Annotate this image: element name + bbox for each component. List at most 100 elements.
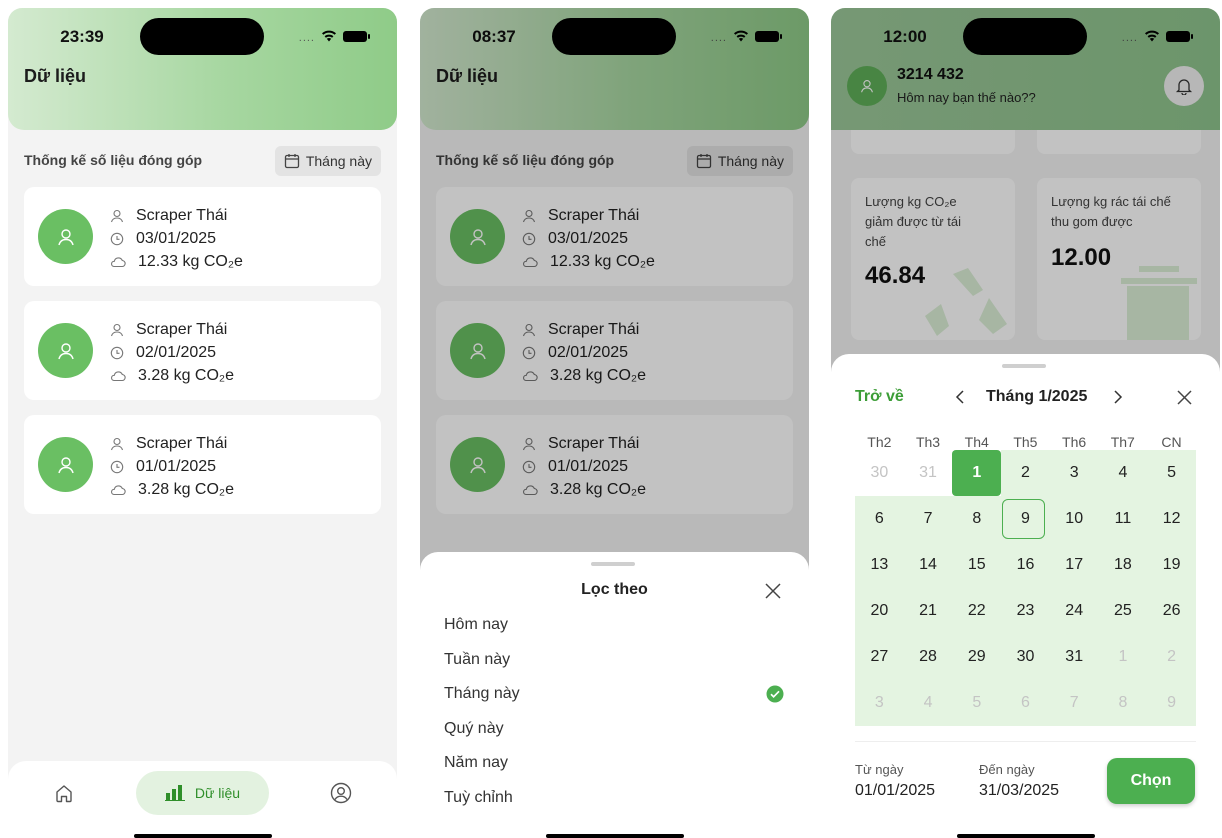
calendar-day[interactable]: 3: [1049, 450, 1099, 496]
to-label: Đến ngày: [979, 762, 1035, 777]
sheet-handle[interactable]: [591, 562, 635, 566]
calendar-day[interactable]: 10: [1049, 496, 1099, 542]
user-icon: [57, 342, 74, 359]
calendar-day[interactable]: 31: [904, 450, 953, 496]
calendar-day[interactable]: 2: [1001, 450, 1050, 496]
close-icon[interactable]: [764, 582, 782, 600]
back-button[interactable]: Trở về: [855, 388, 904, 406]
record-date: 02/01/2025: [136, 343, 217, 361]
bar-chart-icon: [164, 785, 185, 801]
filter-sheet: Lọc theo Hôm nay Tuần này Tháng này Quý …: [420, 552, 809, 838]
calendar-day[interactable]: 4: [903, 680, 953, 726]
record-card[interactable]: Scraper Thái 03/01/2025 12.33 kg CO₂e: [24, 187, 381, 286]
option-this-year[interactable]: Năm nay: [444, 754, 508, 772]
screen-data-list: 23:39 .... Dữ liệu Thống kế số liệu đóng…: [8, 8, 397, 838]
status-time: 23:39: [60, 27, 104, 46]
calendar-day[interactable]: 8: [952, 496, 1002, 542]
calendar-day[interactable]: 6: [1001, 680, 1050, 726]
avatar: [38, 437, 93, 492]
record-date: 03/01/2025: [136, 229, 217, 247]
calendar-day[interactable]: 2: [1147, 634, 1196, 680]
calendar-day[interactable]: 9: [1001, 496, 1050, 542]
option-this-month[interactable]: Tháng này: [444, 685, 520, 703]
home-indicator: [134, 834, 272, 838]
weekday-label: Th7: [1110, 434, 1135, 450]
calendar-day[interactable]: 26: [1147, 588, 1196, 634]
sheet-title: Lọc theo: [581, 581, 648, 598]
calendar-day[interactable]: 1: [1098, 634, 1148, 680]
weekday-label: Th3: [915, 434, 941, 450]
calendar-day[interactable]: 14: [903, 542, 953, 588]
calendar-day[interactable]: 15: [952, 542, 1002, 588]
calendar-day[interactable]: 4: [1098, 450, 1148, 496]
divider: [855, 741, 1196, 742]
calendar-day[interactable]: 18: [1098, 542, 1148, 588]
calendar-day[interactable]: 25: [1098, 588, 1148, 634]
calendar-day[interactable]: 19: [1147, 542, 1196, 588]
calendar-day[interactable]: 6: [855, 496, 904, 542]
date-picker-sheet: Trở về Tháng 1/2025 Th2 Th3 Th4 Th5 Th6 …: [831, 354, 1220, 838]
nav-data-label: Dữ liệu: [194, 785, 241, 801]
calendar-day[interactable]: 13: [855, 542, 904, 588]
option-this-week[interactable]: Tuần này: [444, 651, 510, 669]
choose-button[interactable]: Chọn: [1107, 758, 1195, 804]
option-today[interactable]: Hôm nay: [444, 616, 508, 634]
chevron-left-icon[interactable]: [954, 389, 966, 405]
calendar-day[interactable]: 30: [1001, 634, 1050, 680]
calendar-day[interactable]: 24: [1049, 588, 1099, 634]
weekday-label: Th6: [1062, 434, 1087, 450]
clock-icon: [110, 346, 124, 359]
calendar-day[interactable]: 3: [855, 680, 904, 726]
calendar-day[interactable]: 8: [1098, 680, 1148, 726]
calendar-day[interactable]: 20: [855, 588, 904, 634]
calendar-day[interactable]: 28: [903, 634, 953, 680]
calendar-day[interactable]: 27: [855, 634, 904, 680]
calendar-day[interactable]: 9: [1147, 680, 1196, 726]
home-icon[interactable]: [54, 783, 74, 803]
signal-icon: ....: [298, 32, 315, 44]
calendar-day[interactable]: 23: [1001, 588, 1050, 634]
calendar-day[interactable]: 21: [903, 588, 953, 634]
calendar-icon: [284, 154, 299, 169]
calendar-day[interactable]: 11: [1098, 496, 1148, 542]
option-custom[interactable]: Tuỳ chỉnh: [444, 789, 513, 807]
today-marker: [1002, 499, 1045, 539]
calendar-day[interactable]: 17: [1049, 542, 1099, 588]
calendar-day[interactable]: 12: [1147, 496, 1196, 542]
calendar-day[interactable]: 1: [952, 450, 1002, 496]
option-this-quarter[interactable]: Quý này: [444, 720, 504, 738]
home-indicator: [546, 834, 684, 838]
calendar-day[interactable]: 30: [855, 450, 904, 496]
chevron-right-icon[interactable]: [1112, 389, 1124, 405]
record-amount: 12.33 kg CO₂e: [138, 252, 243, 270]
calendar-day[interactable]: 7: [903, 496, 953, 542]
calendar-day[interactable]: 22: [952, 588, 1002, 634]
calendar-day[interactable]: 7: [1049, 680, 1099, 726]
from-label: Từ ngày: [855, 762, 904, 777]
record-name: Scraper Thái: [136, 434, 228, 452]
calendar-day[interactable]: 16: [1001, 542, 1050, 588]
sheet-handle[interactable]: [1002, 364, 1046, 368]
record-card[interactable]: Scraper Thái 01/01/2025 3.28 kg CO₂e: [24, 415, 381, 514]
user-icon: [110, 323, 124, 336]
nav-data-tab[interactable]: Dữ liệu: [136, 771, 269, 815]
section-title: Thống kế số liệu đóng góp: [24, 152, 203, 168]
cloud-icon: [111, 256, 126, 267]
calendar-day[interactable]: 5: [1147, 450, 1196, 496]
profile-icon[interactable]: [330, 782, 352, 804]
record-amount: 3.28 kg CO₂e: [138, 366, 235, 384]
weekday-label: Th2: [867, 434, 892, 450]
weekday-label: Th5: [1013, 434, 1038, 450]
clock-icon: [110, 232, 124, 245]
avatar: [38, 209, 93, 264]
filter-button[interactable]: Tháng này: [274, 146, 381, 176]
record-name: Scraper Thái: [136, 206, 228, 224]
record-card[interactable]: Scraper Thái 02/01/2025 3.28 kg CO₂e: [24, 301, 381, 400]
calendar-day[interactable]: 5: [952, 680, 1002, 726]
month-label: Tháng 1/2025: [986, 388, 1088, 405]
wifi-icon: [322, 30, 336, 42]
close-icon[interactable]: [1177, 390, 1192, 405]
calendar-day[interactable]: 31: [1049, 634, 1099, 680]
calendar-day[interactable]: 29: [952, 634, 1002, 680]
cloud-icon: [111, 484, 126, 495]
